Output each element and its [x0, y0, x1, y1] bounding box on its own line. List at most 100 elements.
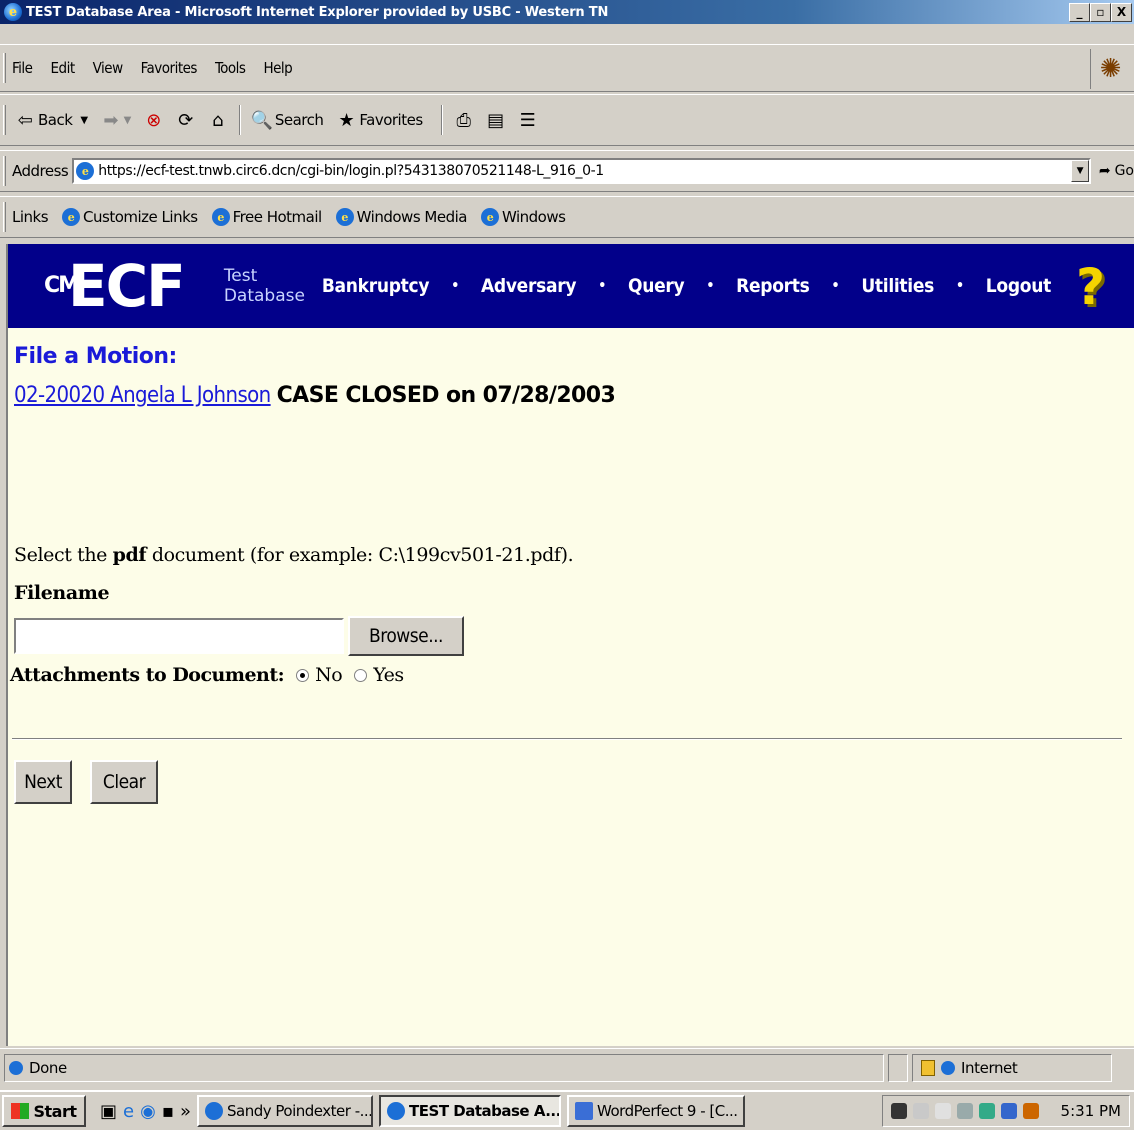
discuss-icon[interactable]: ☰	[515, 107, 541, 133]
menu-help[interactable]: Help	[263, 59, 292, 77]
links-label[interactable]: Links	[12, 208, 49, 226]
nav-separator: •	[956, 278, 964, 294]
show-desktop-icon[interactable]: ▣	[100, 1101, 117, 1122]
task-test-database[interactable]: TEST Database A...	[379, 1095, 562, 1127]
print-icon[interactable]: ⎙	[451, 107, 477, 133]
nav-reports[interactable]: Reports	[736, 275, 810, 297]
toolbar-grip[interactable]	[3, 105, 6, 135]
task-wordperfect[interactable]: WordPerfect 9 - [C...	[567, 1095, 746, 1127]
menu-bar: File Edit View Favorites Tools Help ✺	[0, 44, 1134, 92]
select-pdf-bold: pdf	[112, 544, 147, 566]
back-dropdown-icon[interactable]: ▼	[80, 115, 88, 126]
tray-shield-icon[interactable]	[978, 1103, 995, 1119]
minimize-button[interactable]: _	[1069, 2, 1090, 22]
browse-button[interactable]: Browse...	[348, 616, 464, 656]
home-icon[interactable]: ⌂	[205, 107, 231, 133]
forward-button[interactable]: ➡ ▼	[98, 107, 131, 133]
lock-icon[interactable]	[921, 1059, 935, 1076]
forward-dropdown-icon[interactable]: ▼	[124, 115, 132, 126]
address-input[interactable]: e https://ecf-test.tnwb.circ6.dcn/cgi-bi…	[72, 158, 1091, 184]
cm-ecf-logo[interactable]: CM ECF	[44, 252, 186, 320]
internet-explorer-icon[interactable]: e	[4, 3, 22, 21]
clock[interactable]: 5:31 PM	[1061, 1102, 1121, 1120]
link-windows-media[interactable]: e Windows Media	[335, 208, 468, 226]
status-bar: Done Internet	[0, 1048, 1134, 1086]
menu-favorites[interactable]: Favorites	[141, 59, 198, 77]
system-tray: 5:31 PM	[881, 1095, 1130, 1127]
next-button[interactable]: Next	[14, 760, 72, 804]
window-title: TEST Database Area - Microsoft Internet …	[26, 4, 609, 20]
radio-yes-label[interactable]: Yes	[373, 664, 404, 686]
attachments-row: Attachments to Document: No Yes	[10, 664, 1128, 686]
select-prefix: Select the	[14, 544, 113, 566]
attachments-yes-radio[interactable]	[354, 668, 368, 682]
help-question-icon[interactable]: ?	[1076, 258, 1120, 318]
taskbar: Start ▣ e ◉ ▪ » Sandy Poindexter -... TE…	[0, 1090, 1134, 1130]
close-button[interactable]: X	[1111, 2, 1132, 22]
search-label: Search	[274, 111, 324, 129]
nav-logout[interactable]: Logout	[986, 275, 1051, 297]
attachments-no-radio[interactable]	[296, 668, 310, 682]
go-button[interactable]: ➦ Go	[1099, 163, 1134, 179]
search-icon: 🔍	[250, 109, 273, 131]
tray-sync-icon[interactable]	[1000, 1103, 1017, 1119]
search-button[interactable]: 🔍 Search	[249, 107, 324, 133]
refresh-icon[interactable]: ⟳	[173, 107, 199, 133]
nav-query[interactable]: Query	[628, 275, 685, 297]
toolbar-grip[interactable]	[3, 202, 6, 232]
tray-app-icon[interactable]	[890, 1103, 907, 1119]
browser-icon[interactable]: ◉	[140, 1101, 156, 1122]
back-button[interactable]: ⇦ Back ▼	[12, 107, 88, 133]
toolbar-grip[interactable]	[3, 53, 6, 83]
radio-no-label[interactable]: No	[315, 664, 343, 686]
volume-icon[interactable]	[934, 1103, 951, 1119]
case-link[interactable]: 02-20020 Angela L Johnson	[14, 383, 271, 408]
page-icon: e	[480, 208, 499, 226]
select-suffix: document (for example: C:\199cv501-21.pd…	[146, 544, 574, 566]
link-label: Windows Media	[356, 208, 468, 226]
nav-separator: •	[706, 278, 715, 294]
link-customize-links[interactable]: e Customize Links	[62, 208, 198, 226]
filename-label: Filename	[14, 582, 110, 604]
task-label: Sandy Poindexter -...	[227, 1102, 373, 1120]
toolbar-grip[interactable]	[3, 156, 6, 186]
page-icon: e	[62, 208, 81, 226]
address-dropdown-icon[interactable]: ▼	[1070, 160, 1089, 182]
nav-separator: •	[598, 278, 606, 294]
filename-input[interactable]	[14, 618, 344, 654]
nav-bankruptcy[interactable]: Bankruptcy	[322, 275, 430, 297]
test-database-label: Test Database	[224, 266, 305, 306]
internet-zone-icon	[941, 1060, 955, 1075]
forward-arrow-icon: ➡	[103, 109, 118, 131]
tray-update-icon[interactable]	[1022, 1103, 1039, 1119]
tray-network-icon[interactable]	[912, 1103, 929, 1119]
address-bar: Address e https://ecf-test.tnwb.circ6.dc…	[0, 150, 1134, 192]
edit-icon[interactable]: ▤	[483, 107, 509, 133]
clear-button[interactable]: Clear	[90, 760, 158, 804]
internet-explorer-icon[interactable]: e	[123, 1101, 134, 1122]
link-free-hotmail[interactable]: e Free Hotmail	[211, 208, 322, 226]
go-arrow-icon: ➦	[1098, 163, 1111, 179]
window-title-bar[interactable]: e TEST Database Area - Microsoft Interne…	[0, 0, 1134, 24]
maximize-button[interactable]: ▫	[1090, 2, 1111, 22]
nav-adversary[interactable]: Adversary	[481, 275, 577, 297]
task-label: TEST Database A...	[409, 1102, 561, 1120]
action-row: Next Clear	[14, 760, 1128, 804]
favorites-button[interactable]: ★ Favorites	[333, 107, 424, 133]
tray-globe-icon[interactable]	[956, 1103, 973, 1119]
page-icon: e	[211, 208, 230, 226]
nav-utilities[interactable]: Utilities	[861, 275, 934, 297]
browser-viewport[interactable]: CM ECF Test Database Bankruptcy • Advers…	[6, 244, 1134, 1046]
monitor-icon[interactable]: ▪	[162, 1101, 174, 1122]
link-windows[interactable]: e Windows	[480, 208, 566, 226]
menu-file[interactable]: File	[12, 59, 33, 77]
menu-edit[interactable]: Edit	[50, 59, 75, 77]
task-sandy-poindexter[interactable]: Sandy Poindexter -...	[197, 1095, 374, 1127]
status-main: Done	[4, 1053, 884, 1082]
stop-icon[interactable]: ⊗	[141, 107, 167, 133]
cm-logo-prefix: CM	[44, 273, 80, 298]
menu-tools[interactable]: Tools	[215, 59, 246, 77]
start-button[interactable]: Start	[2, 1095, 86, 1127]
menu-view[interactable]: View	[93, 59, 124, 77]
more-quicklaunch[interactable]: »	[180, 1101, 191, 1122]
